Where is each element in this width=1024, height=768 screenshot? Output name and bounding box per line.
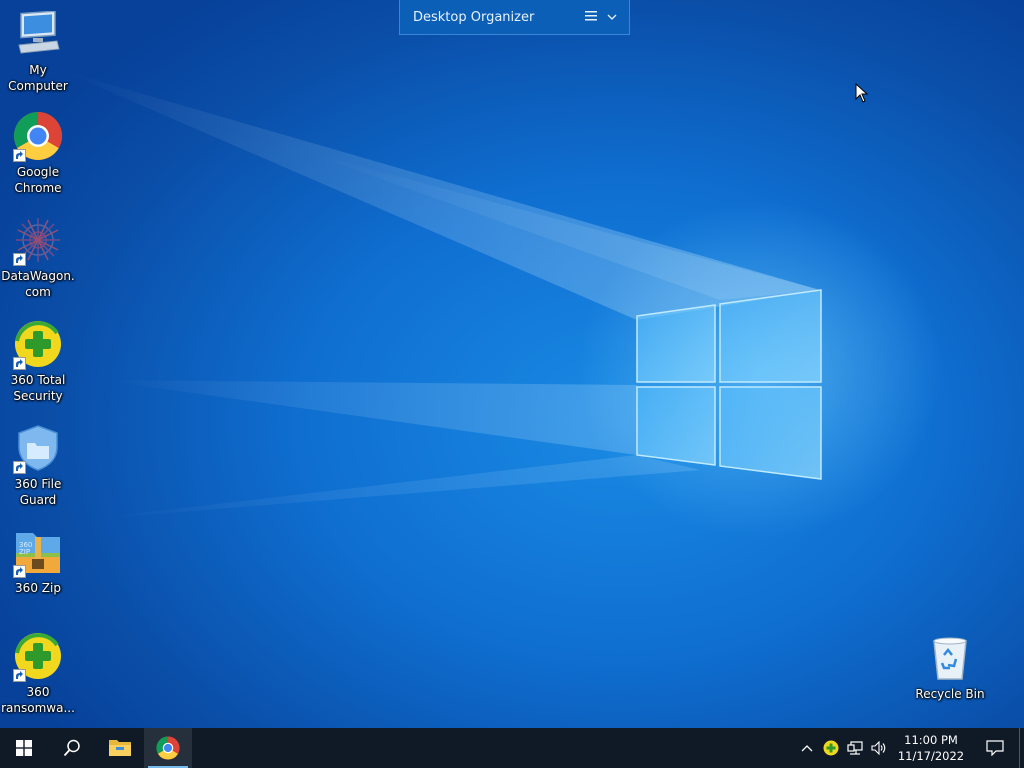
chevron-down-icon[interactable]	[607, 10, 617, 25]
desktop-icon-google-chrome[interactable]: Google Chrome	[0, 110, 76, 196]
desktop-icon-label: 360 ransomwa...	[1, 685, 75, 715]
notification-button[interactable]	[971, 728, 1019, 768]
desktop-icon-my-computer[interactable]: My Computer	[0, 8, 76, 94]
notification-icon	[986, 740, 1004, 756]
desktop-icon-datawagon[interactable]: DataWagon.com	[0, 214, 76, 300]
folder-icon	[109, 740, 131, 756]
search-icon	[63, 739, 80, 757]
360-zip-icon: 360 ZIP	[12, 526, 64, 578]
desktop-icon-label: 360 File Guard	[14, 477, 62, 507]
search-button[interactable]	[48, 728, 96, 768]
desktop-icon-label: 360 Total Security	[10, 373, 66, 403]
360-tray-icon[interactable]	[819, 728, 843, 768]
windows-start-icon	[16, 740, 32, 756]
chrome-icon	[12, 110, 64, 162]
start-button[interactable]	[0, 728, 48, 768]
recycle-bin-icon	[924, 632, 976, 684]
shortcut-arrow-icon	[13, 149, 26, 162]
desktop-organizer-bar[interactable]: Desktop Organizer	[399, 0, 630, 35]
shortcut-arrow-icon	[13, 357, 26, 370]
chevron-up-icon[interactable]	[795, 728, 819, 768]
desktop-organizer-title: Desktop Organizer	[413, 9, 535, 25]
desktop: My Computer Google Chrome DataWagon.com …	[0, 0, 1024, 728]
desktop-icon-label: Google Chrome	[14, 165, 62, 195]
clock-date: 11/17/2022	[897, 749, 965, 763]
360-ransomware-icon	[12, 630, 64, 682]
desktop-icon-label: My Computer	[8, 63, 68, 93]
shortcut-arrow-icon	[13, 565, 26, 578]
network-icon[interactable]	[843, 728, 867, 768]
desktop-icon-360-file-guard[interactable]: 360 File Guard	[0, 422, 76, 508]
show-desktop-button[interactable]	[1019, 728, 1024, 768]
mouse-cursor-icon	[855, 83, 869, 103]
svg-text:ZIP: ZIP	[19, 548, 30, 556]
360-file-guard-icon	[12, 422, 64, 474]
chrome-icon	[156, 736, 180, 760]
clock-time: 11:00 PM	[904, 733, 958, 747]
clock[interactable]: 11:00 PM 11/17/2022	[895, 732, 967, 764]
taskbar-file-explorer[interactable]	[96, 728, 144, 768]
desktop-icon-label: Recycle Bin	[915, 687, 985, 701]
shortcut-arrow-icon	[13, 253, 26, 266]
wallpaper-beams	[60, 70, 822, 520]
menu-icon[interactable]	[585, 10, 597, 25]
shortcut-arrow-icon	[13, 669, 26, 682]
360-total-security-icon	[12, 318, 64, 370]
volume-icon[interactable]	[867, 728, 891, 768]
datawagon-icon	[12, 214, 64, 266]
computer-icon	[12, 8, 64, 60]
desktop-icon-360-zip[interactable]: 360 ZIP 360 Zip	[0, 526, 76, 596]
system-tray: 11:00 PM 11/17/2022	[795, 728, 1024, 768]
desktop-icon-label: DataWagon.com	[1, 269, 75, 299]
shortcut-arrow-icon	[13, 461, 26, 474]
desktop-icon-recycle-bin[interactable]: Recycle Bin	[912, 632, 988, 702]
taskbar: 11:00 PM 11/17/2022	[0, 728, 1024, 768]
desktop-icon-label: 360 Zip	[15, 581, 61, 595]
desktop-icon-360-total-security[interactable]: 360 Total Security	[0, 318, 76, 404]
taskbar-google-chrome[interactable]	[144, 728, 192, 768]
desktop-icon-360-ransomware[interactable]: 360 ransomwa...	[0, 630, 76, 716]
